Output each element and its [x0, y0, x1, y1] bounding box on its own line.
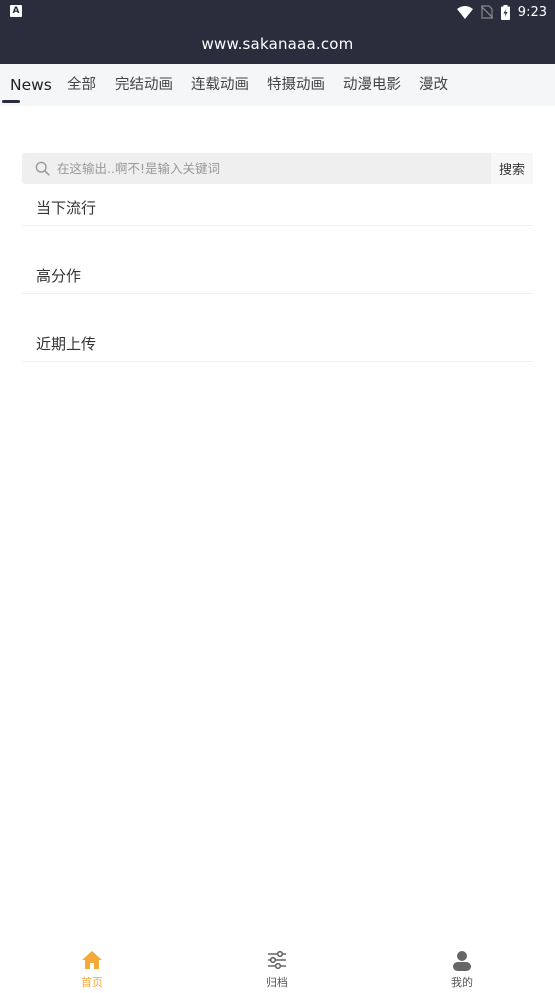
search-button[interactable]: 搜索 [491, 153, 533, 184]
status-bar: A 9:23 [0, 0, 555, 24]
no-sim-icon [480, 5, 493, 19]
category-tabs: News 全部 完结动画 连载动画 特摄动画 动漫电影 漫改 [0, 64, 555, 106]
tab-anime-movies[interactable]: 动漫电影 [343, 64, 401, 106]
nav-archive-label: 归档 [266, 976, 288, 989]
search-icon [35, 161, 50, 176]
tab-completed-anime[interactable]: 完结动画 [115, 64, 173, 106]
user-icon [453, 951, 471, 971]
tab-tokusatsu-anime[interactable]: 特摄动画 [267, 64, 325, 106]
sliders-icon [268, 950, 286, 970]
search-bar: 搜索 [22, 153, 533, 184]
section-title: 当下流行 [36, 199, 97, 217]
section-title: 近期上传 [36, 335, 97, 353]
site-url: www.sakanaaa.com [201, 35, 354, 53]
status-time: 9:23 [517, 4, 547, 20]
notification-badge-letter: A [12, 6, 20, 16]
section-high-rated[interactable]: 高分作 [22, 258, 533, 294]
nav-profile[interactable]: 我的 [422, 949, 502, 993]
search-input[interactable] [57, 153, 487, 184]
section-trending[interactable]: 当下流行 [22, 190, 533, 226]
tab-all[interactable]: 全部 [67, 64, 96, 106]
bottom-nav: 首页 归档 我的 [0, 943, 555, 993]
nav-archive[interactable]: 归档 [237, 949, 317, 993]
section-recent-uploads[interactable]: 近期上传 [22, 326, 533, 362]
status-icons: 9:23 [456, 0, 547, 24]
tab-ongoing-anime[interactable]: 连载动画 [191, 64, 249, 106]
section-title: 高分作 [36, 267, 82, 285]
tab-manga-adaptations[interactable]: 漫改 [419, 64, 448, 106]
active-tab-indicator [2, 100, 20, 103]
nav-home[interactable]: 首页 [52, 949, 132, 993]
notification-icon: A [10, 5, 22, 17]
nav-home-label: 首页 [81, 976, 103, 989]
url-bar: www.sakanaaa.com [0, 24, 555, 64]
battery-icon [500, 4, 510, 20]
home-icon [82, 951, 102, 969]
nav-profile-label: 我的 [451, 976, 473, 989]
wifi-icon [456, 5, 473, 19]
